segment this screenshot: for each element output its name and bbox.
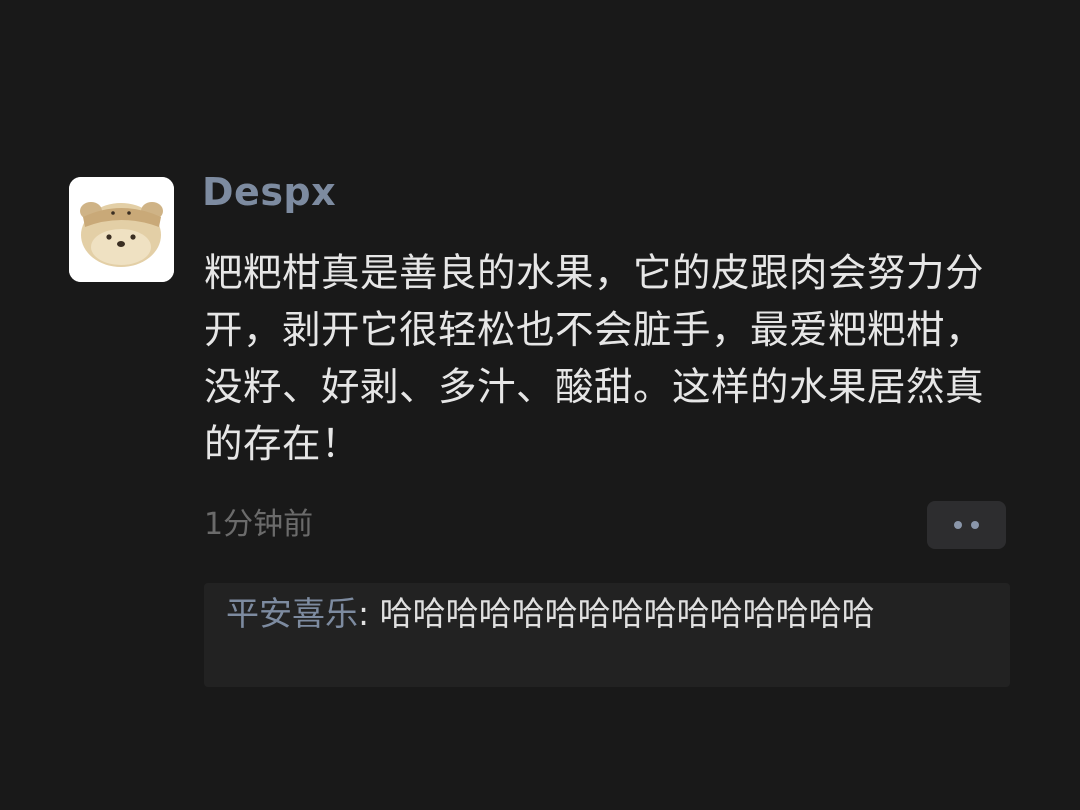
post-body-text: 粑粑柑真是善良的水果，它的皮跟肉会努力分开，剥开它很轻松也不会脏手，最爱粑粑柑，… [204, 251, 985, 467]
comment-separator: : [358, 594, 380, 633]
post-timestamp: 1分钟前 [204, 507, 314, 542]
user-avatar[interactable] [69, 177, 174, 282]
dot-icon [954, 521, 962, 529]
comment-section: 平安喜乐: 哈哈哈哈哈哈哈哈哈哈哈哈哈哈哈 [204, 583, 1010, 687]
comment-item[interactable]: 平安喜乐: 哈哈哈哈哈哈哈哈哈哈哈哈哈哈哈 [226, 591, 988, 637]
comment-text: 哈哈哈哈哈哈哈哈哈哈哈哈哈哈哈 [379, 594, 875, 633]
more-actions-button[interactable] [927, 501, 1006, 549]
moments-post: Despx 粑粑柑真是善良的水果，它的皮跟肉会努力分开，剥开它很轻松也不会脏手，… [0, 0, 1080, 810]
cartoon-bear-avatar-icon [69, 177, 174, 282]
comment-author[interactable]: 平安喜乐 [226, 594, 358, 633]
username[interactable]: Despx [202, 166, 336, 218]
dot-icon [971, 521, 979, 529]
